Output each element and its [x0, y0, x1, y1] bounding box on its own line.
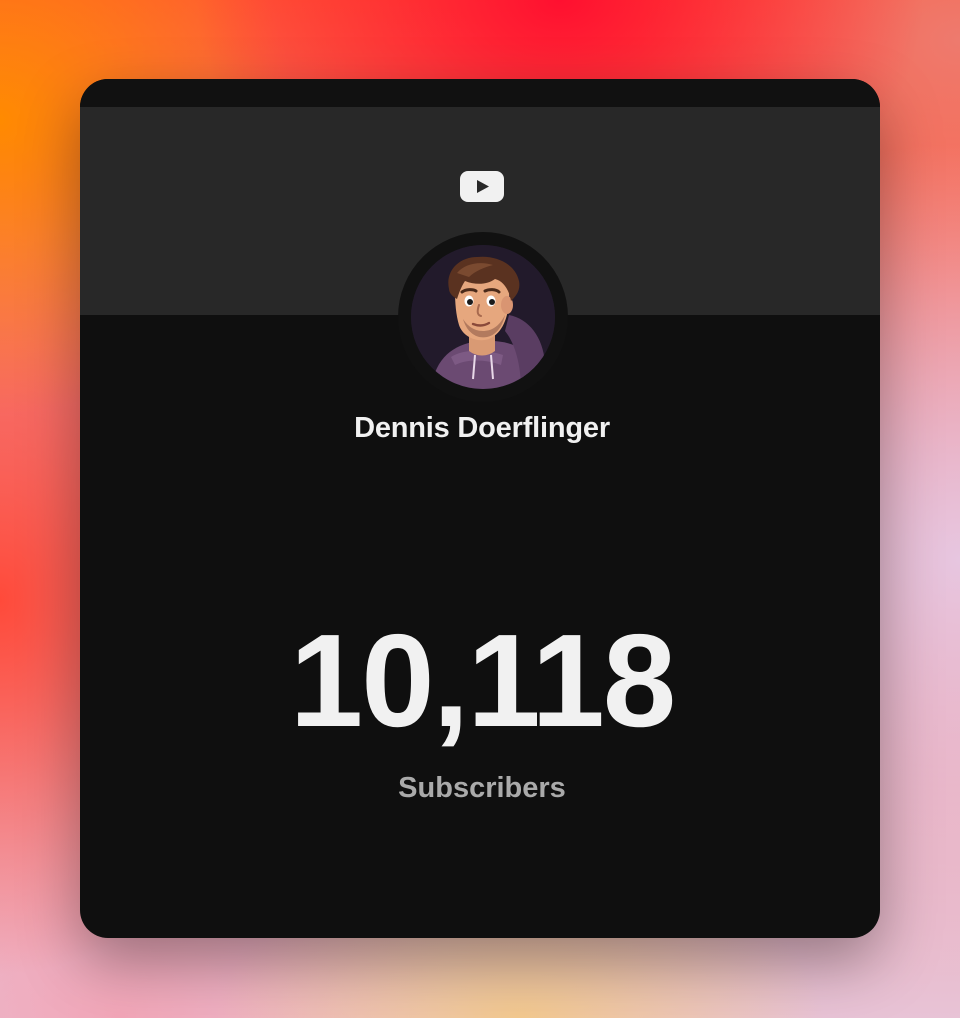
avatar: [411, 245, 555, 389]
subscriber-label: Subscribers: [398, 772, 566, 804]
card-top-strip: [80, 79, 880, 107]
subscriber-counter-card: Dennis Doerflinger 10,118 Subscribers: [80, 79, 880, 938]
channel-name: Dennis Doerflinger: [354, 412, 610, 444]
subscriber-count: 10,118: [289, 607, 676, 754]
youtube-play-icon: [460, 171, 504, 202]
